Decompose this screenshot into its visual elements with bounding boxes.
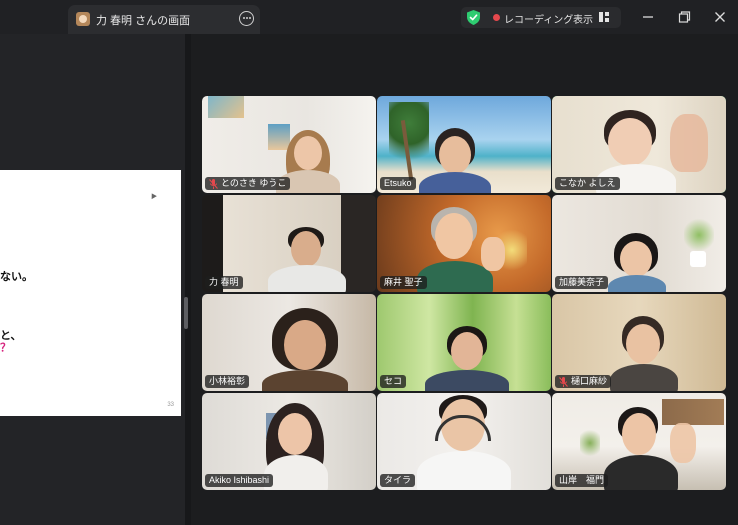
more-options-icon[interactable] <box>239 11 254 26</box>
participant-tile[interactable]: Etsuko <box>377 96 551 193</box>
participant-name-tag: とのさき ゆうこ <box>205 177 291 190</box>
slide-page-number: 33 <box>167 402 174 408</box>
participant-name: とのさき ゆうこ <box>221 178 287 188</box>
participant-name: Etsuko <box>384 178 412 188</box>
meeting-status-group: レコーディング 表示 <box>461 7 621 28</box>
participant-name-tag: セコ <box>380 375 407 388</box>
participant-tile[interactable]: セコ <box>377 294 551 391</box>
mic-muted-icon <box>559 376 568 387</box>
sharer-avatar-icon <box>76 12 90 26</box>
recording-indicator[interactable]: レコーディング <box>504 11 573 26</box>
participant-name: セコ <box>384 376 403 386</box>
participant-name: 小林裕彰 <box>209 376 246 386</box>
mic-muted-icon <box>209 178 218 189</box>
participant-name: Akiko Ishibashi <box>209 475 270 485</box>
participant-tile[interactable]: 麻井 聖子 <box>377 195 551 292</box>
slide-text-line: ない。 <box>0 271 33 283</box>
participant-tile-active-speaker[interactable]: こなか よしえ <box>552 96 726 193</box>
shield-check-icon[interactable] <box>467 10 480 25</box>
recording-dot-icon <box>493 14 500 21</box>
title-bar: 力 春明 さんの画面 レコーディング 表示 <box>0 0 738 34</box>
participant-name-tag: こなか よしえ <box>555 177 620 190</box>
participant-name-tag: タイラ <box>380 474 416 487</box>
split-divider <box>185 34 191 525</box>
close-button[interactable] <box>709 6 731 28</box>
participant-tile[interactable]: 小林裕彰 <box>202 294 376 391</box>
participant-name-tag: 山岸 福門 <box>555 474 609 487</box>
participant-name: 樋口麻紗 <box>571 376 608 386</box>
participant-name: こなか よしえ <box>559 178 616 188</box>
participant-name-tag: 麻井 聖子 <box>380 276 427 289</box>
screen-share-title: 力 春明 さんの画面 <box>96 15 191 27</box>
mouse-cursor-icon <box>149 191 157 200</box>
zoom-window: 力 春明 さんの画面 レコーディング 表示 ない。 と、 ？ 33 とのさき ゆ… <box>0 0 738 525</box>
participant-name: 力 春明 <box>209 277 239 287</box>
participant-name-tag: 力 春明 <box>205 276 243 289</box>
participant-tile[interactable]: 山岸 福門 <box>552 393 726 490</box>
view-button[interactable]: 表示 <box>573 11 593 26</box>
participant-tile[interactable]: 力 春明 <box>202 195 376 292</box>
participant-name-tag: 加藤美奈子 <box>555 276 609 289</box>
split-resize-handle[interactable] <box>184 297 188 329</box>
gallery-view: とのさき ゆうこ Etsuko こなか よしえ 力 春明 麻井 聖子 加藤美奈子… <box>200 96 728 490</box>
participant-tile[interactable]: とのさき ゆうこ <box>202 96 376 193</box>
participant-name: 加藤美奈子 <box>559 277 605 287</box>
participant-name-tag: Akiko Ishibashi <box>205 474 274 487</box>
participant-name-tag: 小林裕彰 <box>205 375 250 388</box>
restore-button[interactable] <box>673 6 695 28</box>
participant-name: 麻井 聖子 <box>384 277 423 287</box>
screen-share-tab[interactable]: 力 春明 さんの画面 <box>68 5 260 34</box>
participant-name: 山岸 福門 <box>559 475 605 485</box>
participant-tile[interactable]: Akiko Ishibashi <box>202 393 376 490</box>
participant-tile[interactable]: タイラ <box>377 393 551 490</box>
shared-slide: ない。 と、 ？ 33 <box>0 170 181 416</box>
minimize-button[interactable] <box>637 6 659 28</box>
participant-tile[interactable]: 加藤美奈子 <box>552 195 726 292</box>
participant-name-tag: 樋口麻紗 <box>555 375 612 388</box>
participant-name: タイラ <box>384 475 412 485</box>
slide-accent-text: ？ <box>0 342 11 354</box>
view-grid-icon[interactable] <box>599 12 609 22</box>
participant-name-tag: Etsuko <box>380 177 416 190</box>
participant-tile[interactable]: 樋口麻紗 <box>552 294 726 391</box>
